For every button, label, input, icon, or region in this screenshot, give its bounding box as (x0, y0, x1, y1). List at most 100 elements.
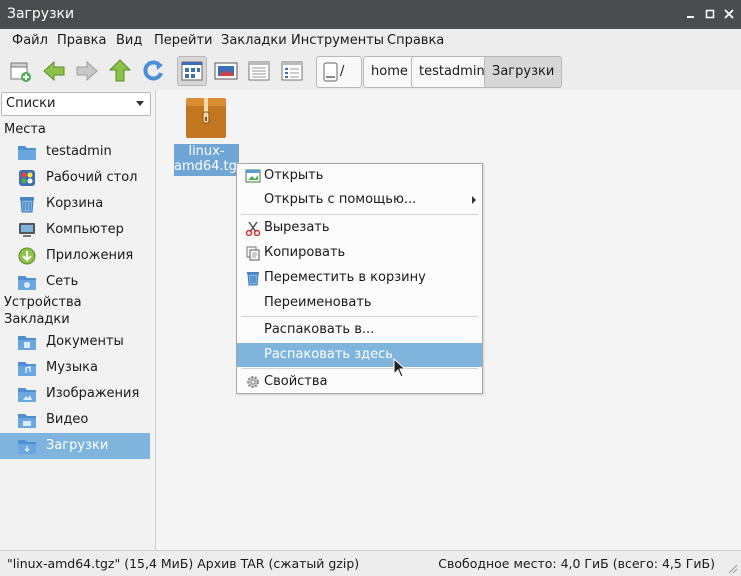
compact-view-icon (248, 61, 270, 81)
reload-icon (143, 60, 163, 81)
resize-grip-icon[interactable] (726, 562, 738, 574)
menu-item-rename[interactable]: Переименовать (237, 291, 482, 315)
path-crumb-testadmin[interactable]: testadmin (411, 56, 493, 88)
menu-item-label: Распаковать здесь (264, 347, 393, 362)
sidebar-item-label: Рабочий стол (46, 170, 138, 185)
sidebar-item-label: Компьютер (46, 222, 124, 237)
menu-item-extract-here[interactable]: Распаковать здесь (237, 343, 482, 367)
submenu-arrow-icon (472, 196, 476, 204)
places-header: Места (4, 122, 46, 137)
menu-item-label: Переименовать (264, 295, 372, 310)
up-button[interactable] (106, 57, 134, 85)
menu-item-label: Распаковать в... (264, 322, 375, 337)
network-folder-icon (18, 276, 36, 290)
title-bar: Загрузки (0, 0, 741, 29)
sidebar-item-label: Видео (46, 412, 89, 427)
close-icon[interactable] (723, 8, 735, 20)
side-pane-mode-value: Списки (6, 96, 56, 111)
detailed-list-view-button[interactable] (278, 57, 306, 85)
sidebar-item-label: Изображения (46, 386, 140, 401)
menu-separator (241, 316, 478, 317)
compact-view-button[interactable] (245, 57, 273, 85)
minimize-icon[interactable] (684, 8, 696, 20)
new-tab-button[interactable] (6, 57, 34, 85)
menu-item-extract-to[interactable]: Распаковать в... (237, 318, 482, 342)
side-pane-mode-select[interactable]: Списки (1, 92, 151, 116)
context-menu: Открыть Открыть с помощью... Вырезать Ко… (236, 163, 483, 394)
sidebar-item-network[interactable]: Сеть (0, 269, 150, 295)
drive-icon (323, 62, 338, 82)
path-root-label: / (340, 64, 345, 79)
sidebar-item-trash[interactable]: Корзина (0, 191, 150, 217)
menu-item-copy[interactable]: Копировать (237, 241, 482, 265)
chevron-down-icon (136, 101, 144, 106)
sidebar-item-label: Сеть (46, 274, 79, 289)
menu-item-label: Открыть (264, 168, 324, 183)
trash-icon (247, 272, 259, 286)
new-tab-icon (10, 62, 31, 82)
menu-bookmarks[interactable]: Закладки (221, 33, 287, 48)
back-button[interactable] (40, 57, 68, 85)
sidebar-item-applications[interactable]: Приложения (0, 243, 150, 269)
path-crumb-label: home (371, 64, 408, 79)
sidebar-item-pictures[interactable]: Изображения (0, 381, 150, 407)
menu-item-label: Свойства (264, 374, 328, 389)
path-root-button[interactable]: / (316, 56, 362, 88)
file-name-line: linux- (188, 144, 225, 159)
sidebar-item-label: Корзина (46, 196, 104, 211)
sidebar-item-computer[interactable]: Компьютер (0, 217, 150, 243)
sidebar-item-documents[interactable]: Документы (0, 329, 150, 355)
sidebar-item-label: Документы (46, 334, 124, 349)
desktop-icon (19, 170, 35, 186)
mouse-pointer-icon (393, 358, 407, 378)
sidebar-item-desktop[interactable]: Рабочий стол (0, 165, 150, 191)
home-folder-icon (18, 146, 36, 160)
menu-item-label: Открыть с помощью... (264, 192, 417, 207)
free-space-info: Свободное место: 4,0 ГиБ (всего: 4,5 ГиБ… (438, 556, 715, 571)
videos-folder-icon (18, 414, 36, 428)
menu-item-move-to-trash[interactable]: Переместить в корзину (237, 266, 482, 290)
path-crumb-label: testadmin (419, 64, 485, 79)
menu-separator (241, 214, 478, 215)
file-name-label[interactable]: linux- amd64.tgz (174, 144, 244, 176)
copy-icon (246, 246, 260, 261)
menu-item-label: Вырезать (264, 220, 330, 235)
applications-icon (18, 247, 36, 265)
documents-folder-icon (18, 336, 36, 350)
menu-item-open-with[interactable]: Открыть с помощью... (237, 188, 482, 212)
menu-item-label: Переместить в корзину (264, 270, 426, 285)
menu-file[interactable]: Файл (12, 33, 48, 48)
sidebar-item-videos[interactable]: Видео (0, 407, 150, 433)
sidebar-item-testadmin[interactable]: testadmin (0, 139, 150, 165)
menu-separator (241, 368, 478, 369)
music-folder-icon (18, 362, 36, 376)
menu-go[interactable]: Перейти (154, 33, 213, 48)
menu-view[interactable]: Вид (116, 33, 142, 48)
sidebar-item-label: Приложения (46, 248, 134, 263)
path-crumb-label: Загрузки (492, 64, 555, 79)
sidebar-item-downloads[interactable]: Загрузки (0, 433, 150, 459)
back-arrow-icon (43, 60, 65, 82)
menu-edit[interactable]: Правка (57, 33, 106, 48)
reload-button[interactable] (139, 57, 167, 85)
menu-tools[interactable]: Инструменты (291, 33, 384, 48)
devices-header: Устройства (4, 295, 82, 310)
sidebar-item-label: testadmin (46, 144, 112, 159)
path-crumb-downloads[interactable]: Загрузки (484, 56, 563, 88)
thumbnail-view-button[interactable] (212, 57, 240, 85)
icon-view-button[interactable] (177, 56, 207, 86)
sidebar-item-music[interactable]: Музыка (0, 355, 150, 381)
selection-info: "linux-amd64.tgz" (15,4 МиБ) Архив TAR (… (7, 556, 360, 571)
menu-item-open[interactable]: Открыть (237, 164, 482, 188)
menu-item-properties[interactable]: Свойства (237, 370, 482, 394)
path-crumb-home[interactable]: home (363, 56, 416, 88)
file-name-line: amd64.tgz (174, 159, 244, 174)
menu-help[interactable]: Справка (387, 33, 444, 48)
forward-button[interactable] (73, 57, 101, 85)
menu-item-cut[interactable]: Вырезать (237, 216, 482, 240)
pictures-folder-icon (18, 388, 36, 402)
archive-file-icon[interactable] (185, 97, 227, 139)
gear-icon (247, 376, 259, 388)
maximize-icon[interactable] (704, 8, 716, 20)
scissors-icon (245, 221, 261, 236)
